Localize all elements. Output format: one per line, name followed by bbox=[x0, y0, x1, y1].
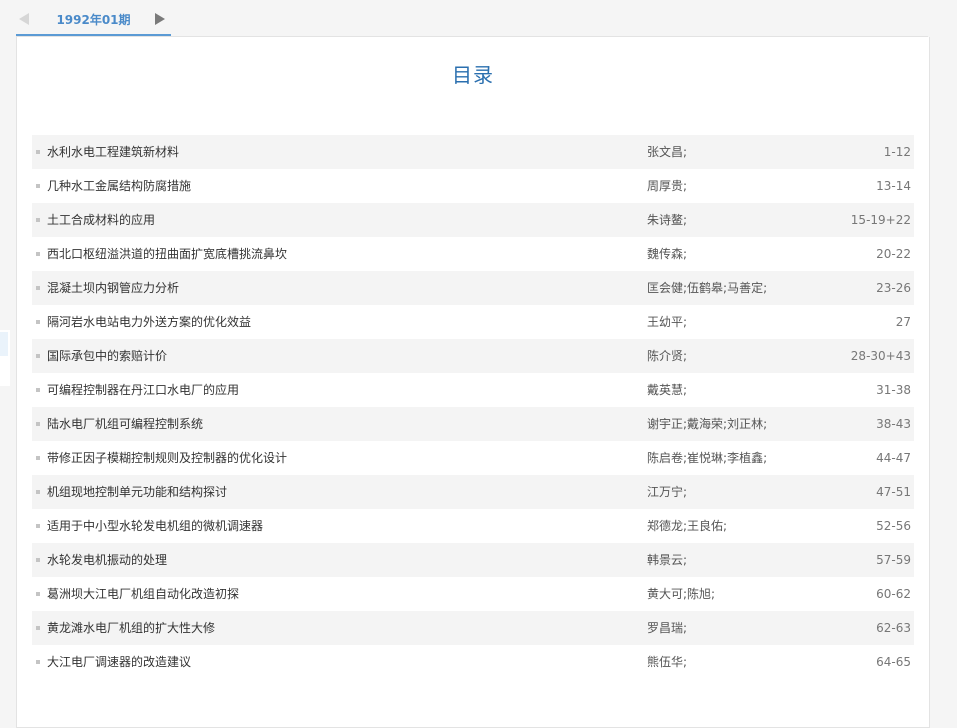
article-pages: 38-43 bbox=[876, 417, 911, 431]
article-title-link[interactable]: 适用于中小型水轮发电机组的微机调速器 bbox=[47, 509, 263, 543]
toc-row: 机组现地控制单元功能和结构探讨 江万宁; 47-51 bbox=[32, 475, 914, 509]
article-pages: 20-22 bbox=[876, 247, 911, 261]
article-authors: 魏传森; bbox=[647, 247, 688, 261]
article-pages: 1-12 bbox=[883, 145, 911, 159]
bullet-icon bbox=[36, 218, 40, 222]
article-authors: 郑德龙;王良佑; bbox=[647, 519, 728, 533]
article-pages: 15-19+22 bbox=[850, 213, 911, 227]
article-title-link[interactable]: 大江电厂调速器的改造建议 bbox=[47, 645, 191, 679]
next-issue-arrow-icon[interactable] bbox=[155, 13, 165, 25]
side-scroll-marker bbox=[0, 330, 10, 386]
bullet-icon bbox=[36, 422, 40, 426]
bullet-icon bbox=[36, 184, 40, 188]
article-pages: 13-14 bbox=[876, 179, 911, 193]
bullet-icon bbox=[36, 354, 40, 358]
article-authors: 朱诗鳌; bbox=[647, 213, 688, 227]
bullet-icon bbox=[36, 286, 40, 290]
article-authors: 张文昌; bbox=[647, 145, 688, 159]
toc-row: 带修正因子模糊控制规则及控制器的优化设计 陈启卷;崔悦琳;李植鑫; 44-47 bbox=[32, 441, 914, 475]
article-title-link[interactable]: 带修正因子模糊控制规则及控制器的优化设计 bbox=[47, 441, 287, 475]
article-title-link[interactable]: 水轮发电机振动的处理 bbox=[47, 543, 167, 577]
article-authors: 陈介贤; bbox=[647, 349, 688, 363]
article-authors: 江万宁; bbox=[647, 485, 688, 499]
article-authors: 匡会健;伍鹤皋;马善定; bbox=[647, 281, 768, 295]
article-title-link[interactable]: 水利水电工程建筑新材料 bbox=[47, 135, 179, 169]
issue-tab[interactable]: 1992年01期 bbox=[16, 0, 171, 36]
bullet-icon bbox=[36, 456, 40, 460]
article-title-link[interactable]: 葛洲坝大江电厂机组自动化改造初探 bbox=[47, 577, 239, 611]
bullet-icon bbox=[36, 388, 40, 392]
toc-row: 陆水电厂机组可编程控制系统 谢宇正;戴海荣;刘正林; 38-43 bbox=[32, 407, 914, 441]
article-pages: 27 bbox=[895, 315, 911, 329]
issue-tabbar: 1992年01期 bbox=[16, 0, 928, 37]
toc-row: 隔河岩水电站电力外送方案的优化效益 王幼平; 27 bbox=[32, 305, 914, 339]
article-title-link[interactable]: 隔河岩水电站电力外送方案的优化效益 bbox=[47, 305, 251, 339]
toc-row: 适用于中小型水轮发电机组的微机调速器 郑德龙;王良佑; 52-56 bbox=[32, 509, 914, 543]
article-pages: 52-56 bbox=[876, 519, 911, 533]
toc-row: 土工合成材料的应用 朱诗鳌; 15-19+22 bbox=[32, 203, 914, 237]
article-authors: 韩景云; bbox=[647, 553, 688, 567]
bullet-icon bbox=[36, 660, 40, 664]
article-authors: 周厚贵; bbox=[647, 179, 688, 193]
toc-row: 几种水工金属结构防腐措施 周厚贵; 13-14 bbox=[32, 169, 914, 203]
article-authors: 黄大可;陈旭; bbox=[647, 587, 716, 601]
article-authors: 谢宇正;戴海荣;刘正林; bbox=[647, 417, 768, 431]
toc-row: 大江电厂调速器的改造建议 熊伍华; 64-65 bbox=[32, 645, 914, 679]
catalog-panel: 目录 水利水电工程建筑新材料 张文昌; 1-12 几种水工金属结构防腐措施 周厚贵; 13… bbox=[16, 37, 930, 728]
article-pages: 47-51 bbox=[876, 485, 911, 499]
toc-row: 黄龙滩水电厂机组的扩大性大修 罗昌瑞; 62-63 bbox=[32, 611, 914, 645]
article-authors: 熊伍华; bbox=[647, 655, 688, 669]
bullet-icon bbox=[36, 252, 40, 256]
article-title-link[interactable]: 西北口枢纽溢洪道的扭曲面扩宽底槽挑流鼻坎 bbox=[47, 237, 287, 271]
article-pages: 28-30+43 bbox=[850, 349, 911, 363]
bullet-icon bbox=[36, 626, 40, 630]
table-of-contents: 水利水电工程建筑新材料 张文昌; 1-12 几种水工金属结构防腐措施 周厚贵; 13-14… bbox=[32, 135, 914, 679]
article-pages: 31-38 bbox=[876, 383, 911, 397]
bullet-icon bbox=[36, 490, 40, 494]
article-pages: 64-65 bbox=[876, 655, 911, 669]
bullet-icon bbox=[36, 558, 40, 562]
bullet-icon bbox=[36, 524, 40, 528]
article-title-link[interactable]: 混凝土坝内钢管应力分析 bbox=[47, 271, 179, 305]
article-authors: 王幼平; bbox=[647, 315, 688, 329]
article-pages: 60-62 bbox=[876, 587, 911, 601]
bullet-icon bbox=[36, 150, 40, 154]
article-authors: 戴英慧; bbox=[647, 383, 688, 397]
toc-row: 葛洲坝大江电厂机组自动化改造初探 黄大可;陈旭; 60-62 bbox=[32, 577, 914, 611]
article-authors: 罗昌瑞; bbox=[647, 621, 688, 635]
article-title-link[interactable]: 陆水电厂机组可编程控制系统 bbox=[47, 407, 203, 441]
article-authors: 陈启卷;崔悦琳;李植鑫; bbox=[647, 451, 768, 465]
toc-row: 西北口枢纽溢洪道的扭曲面扩宽底槽挑流鼻坎 魏传森; 20-22 bbox=[32, 237, 914, 271]
toc-row: 国际承包中的索赔计价 陈介贤; 28-30+43 bbox=[32, 339, 914, 373]
bullet-icon bbox=[36, 592, 40, 596]
article-title-link[interactable]: 可编程控制器在丹江口水电厂的应用 bbox=[47, 373, 239, 407]
toc-row: 水利水电工程建筑新材料 张文昌; 1-12 bbox=[32, 135, 914, 169]
article-pages: 62-63 bbox=[876, 621, 911, 635]
article-pages: 44-47 bbox=[876, 451, 911, 465]
catalog-title: 目录 bbox=[452, 63, 494, 87]
toc-row: 可编程控制器在丹江口水电厂的应用 戴英慧; 31-38 bbox=[32, 373, 914, 407]
bullet-icon bbox=[36, 320, 40, 324]
toc-row: 混凝土坝内钢管应力分析 匡会健;伍鹤皋;马善定; 23-26 bbox=[32, 271, 914, 305]
article-pages: 57-59 bbox=[876, 553, 911, 567]
toc-row: 水轮发电机振动的处理 韩景云; 57-59 bbox=[32, 543, 914, 577]
article-title-link[interactable]: 机组现地控制单元功能和结构探讨 bbox=[47, 475, 227, 509]
article-title-link[interactable]: 几种水工金属结构防腐措施 bbox=[47, 169, 191, 203]
article-title-link[interactable]: 国际承包中的索赔计价 bbox=[47, 339, 167, 373]
article-title-link[interactable]: 土工合成材料的应用 bbox=[47, 203, 155, 237]
article-pages: 23-26 bbox=[876, 281, 911, 295]
article-title-link[interactable]: 黄龙滩水电厂机组的扩大性大修 bbox=[47, 611, 215, 645]
